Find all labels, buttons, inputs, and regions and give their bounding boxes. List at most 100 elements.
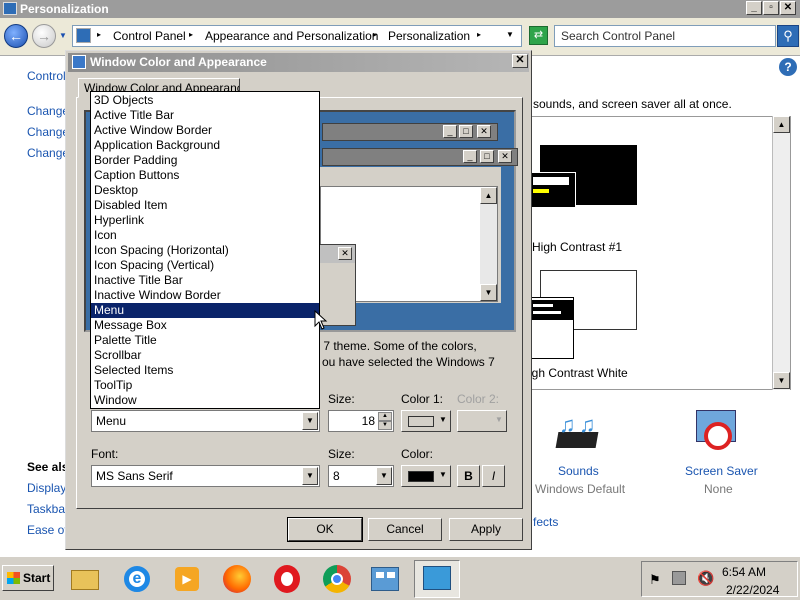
volume-muted-icon[interactable]: 🔇 <box>697 570 714 587</box>
list-item[interactable]: Caption Buttons <box>91 168 319 183</box>
themes-scrollbar[interactable]: ▲ ▼ <box>772 116 790 390</box>
chevron-down-icon[interactable]: ▼ <box>376 467 392 485</box>
list-item[interactable]: ToolTip <box>91 378 319 393</box>
screen-saver-link[interactable]: Screen Saver <box>685 464 758 478</box>
themes-list[interactable]: High Contrast #1 igh Contrast White <box>527 116 791 390</box>
dialog-close-button[interactable]: ✕ <box>512 54 528 68</box>
firefox-logo <box>223 565 251 593</box>
see-also-taskbar-link[interactable]: Taskbar <box>27 502 69 516</box>
list-item[interactable]: Icon Spacing (Vertical) <box>91 258 319 273</box>
color1-button[interactable]: ▼ <box>401 410 451 432</box>
item-dropdown[interactable]: Menu ▼ <box>91 410 320 432</box>
stepper-down-icon[interactable]: ▼ <box>378 421 392 430</box>
chevron-down-icon[interactable]: ▼ <box>439 415 447 424</box>
list-item[interactable]: Scrollbar <box>91 348 319 363</box>
change-link-2[interactable]: Change <box>27 125 69 139</box>
list-item[interactable]: Inactive Title Bar <box>91 273 319 288</box>
recent-pages-chevron-icon[interactable]: ▼ <box>59 31 67 40</box>
font-dropdown[interactable]: MS Sans Serif ▼ <box>91 465 320 487</box>
flag-icon[interactable]: ⚑ <box>649 572 661 588</box>
start-button[interactable]: Start <box>2 565 54 591</box>
control-panel-icon[interactable] <box>368 562 402 596</box>
list-item[interactable]: Inactive Window Border <box>91 288 319 303</box>
opera-icon[interactable] <box>270 562 304 596</box>
list-item[interactable]: Active Window Border <box>91 123 319 138</box>
font-size-dropdown[interactable]: 8 ▼ <box>328 465 394 487</box>
preview-scroll-down-icon: ▼ <box>480 284 497 301</box>
item-dropdown-list[interactable]: 3D Objects Active Title Bar Active Windo… <box>90 91 320 409</box>
list-item[interactable]: Border Padding <box>91 153 319 168</box>
clock-time[interactable]: 6:54 AM <box>722 565 766 579</box>
help-icon[interactable]: ? <box>779 58 797 76</box>
file-explorer-icon[interactable] <box>68 562 102 596</box>
list-item[interactable]: Disabled Item <box>91 198 319 213</box>
bold-button[interactable]: B <box>457 465 480 487</box>
sounds-link[interactable]: Sounds <box>558 464 599 478</box>
maximize-button[interactable]: ▫ <box>763 1 779 15</box>
breadcrumb-separator-icon[interactable]: ▸ <box>97 30 101 39</box>
screen-saver-icon[interactable] <box>694 410 740 458</box>
preview-minimize-icon: _ <box>443 125 457 138</box>
mouse-cursor-icon <box>314 310 328 330</box>
breadcrumb-separator-icon[interactable]: ▸ <box>477 30 481 39</box>
breadcrumb-separator-icon[interactable]: ▸ <box>373 30 377 39</box>
refresh-button[interactable]: ⇄ <box>529 26 548 45</box>
search-icon[interactable]: ⚲ <box>777 25 799 47</box>
list-item[interactable]: Icon <box>91 228 319 243</box>
list-item[interactable]: Application Background <box>91 138 319 153</box>
change-link-1[interactable]: Change <box>27 104 69 118</box>
firefox-icon[interactable] <box>220 562 254 596</box>
see-also-ease-link[interactable]: Ease of <box>27 523 68 537</box>
breadcrumb-appearance[interactable]: Appearance and Personalization <box>205 29 378 43</box>
list-item[interactable]: Message Box <box>91 318 319 333</box>
list-item[interactable]: Desktop <box>91 183 319 198</box>
clock-date[interactable]: 2/22/2024 <box>726 583 779 597</box>
italic-button[interactable]: I <box>482 465 505 487</box>
chrome-icon[interactable] <box>320 562 354 596</box>
list-item[interactable]: Active Title Bar <box>91 108 319 123</box>
list-item[interactable]: 3D Objects <box>91 93 319 108</box>
ok-button[interactable]: OK <box>287 517 363 542</box>
cancel-button[interactable]: Cancel <box>368 518 442 541</box>
see-also-display-link[interactable]: Display <box>27 481 66 495</box>
personalization-taskbar-button[interactable] <box>414 560 460 598</box>
internet-explorer-icon[interactable]: e <box>120 562 154 596</box>
forward-button[interactable]: → <box>32 24 56 48</box>
control-panel-home-link[interactable]: Control <box>27 69 66 83</box>
chevron-down-icon[interactable]: ▼ <box>302 412 318 430</box>
list-item[interactable]: Palette Title <box>91 333 319 348</box>
preview-line <box>533 311 561 314</box>
theme-preview-window <box>528 172 576 208</box>
effects-link[interactable]: fects <box>533 515 558 529</box>
list-item-selected[interactable]: Menu <box>91 303 319 318</box>
list-item[interactable]: Window <box>91 393 319 408</box>
stepper-up-icon[interactable]: ▲ <box>378 412 392 421</box>
media-logo: ▶ <box>175 567 199 591</box>
close-button[interactable]: ✕ <box>780 1 796 15</box>
font-color-button[interactable]: ▼ <box>401 465 451 487</box>
minimize-button[interactable]: _ <box>746 1 762 15</box>
change-link-3[interactable]: Change <box>27 146 69 160</box>
network-icon[interactable] <box>672 571 686 585</box>
address-dropdown-icon[interactable]: ▼ <box>506 30 514 39</box>
media-player-icon[interactable]: ▶ <box>170 562 204 596</box>
address-bar[interactable]: ▸ Control Panel ▸ Appearance and Persona… <box>72 25 522 47</box>
chevron-down-icon[interactable]: ▼ <box>439 470 447 479</box>
list-item[interactable]: Hyperlink <box>91 213 319 228</box>
back-button[interactable]: ← <box>4 24 28 48</box>
scroll-down-icon[interactable]: ▼ <box>773 372 790 389</box>
list-item[interactable]: Icon Spacing (Horizontal) <box>91 243 319 258</box>
sounds-icon[interactable]: ♫ ♫ <box>553 412 601 456</box>
list-item[interactable]: Selected Items <box>91 363 319 378</box>
search-input[interactable]: Search Control Panel <box>554 25 776 47</box>
item-size-stepper[interactable]: 18 ▲ ▼ <box>328 410 394 432</box>
breadcrumb-personalization[interactable]: Personalization <box>388 29 470 43</box>
theme-name-high-contrast-white[interactable]: igh Contrast White <box>529 366 628 380</box>
apply-button[interactable]: Apply <box>449 518 523 541</box>
theme-name-high-contrast-1[interactable]: High Contrast #1 <box>532 240 622 254</box>
breadcrumb-control-panel[interactable]: Control Panel <box>113 29 186 43</box>
scroll-up-icon[interactable]: ▲ <box>773 116 790 133</box>
breadcrumb-separator-icon[interactable]: ▸ <box>189 30 193 39</box>
dialog-icon <box>72 55 86 69</box>
chevron-down-icon[interactable]: ▼ <box>302 467 318 485</box>
